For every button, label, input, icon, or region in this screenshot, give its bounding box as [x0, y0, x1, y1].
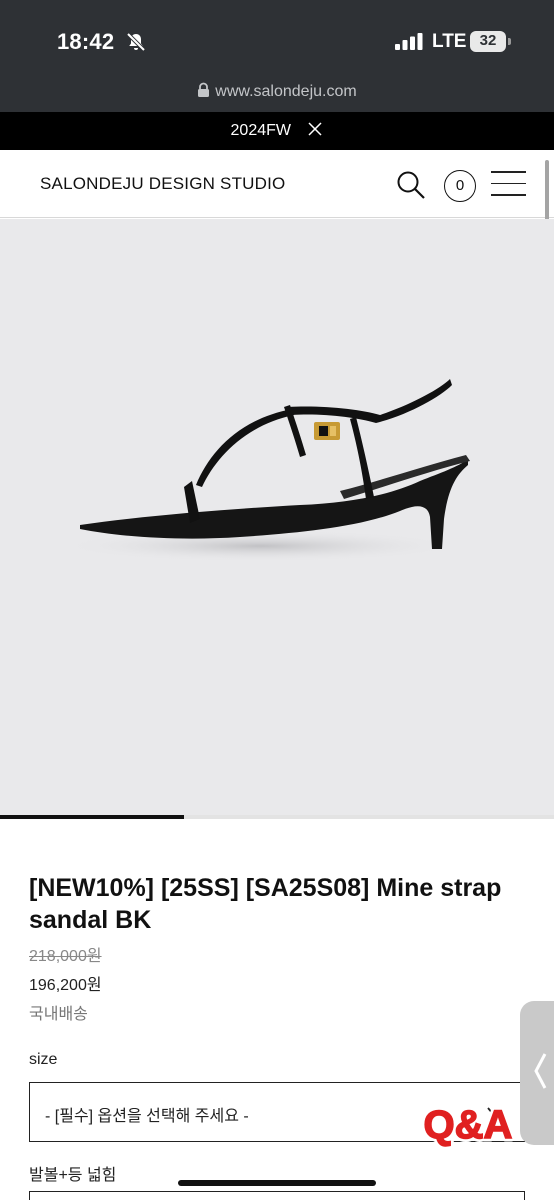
battery-icon: 32: [470, 31, 512, 52]
battery-level: 32: [479, 32, 497, 49]
width-select[interactable]: [29, 1191, 525, 1200]
status-time: 18:42: [57, 29, 115, 54]
gallery-progress-fill: [0, 815, 185, 819]
sandal-image: [60, 379, 470, 562]
original-price: 218,000원: [29, 948, 102, 965]
top-chrome: 18:42 LTE 32 www.salondeju.com: [0, 0, 554, 112]
side-drawer-tab[interactable]: [520, 1001, 554, 1145]
promo-text[interactable]: 2024FW: [231, 112, 291, 150]
hamburger-menu-icon[interactable]: [491, 171, 526, 197]
width-option-label: 발볼+등 넓힘: [29, 1167, 117, 1184]
chevron-left-icon: [534, 1053, 547, 1089]
promo-banner: 2024FW: [0, 112, 554, 150]
url-bar[interactable]: www.salondeju.com: [0, 82, 554, 101]
signal-bars-icon: [395, 33, 423, 50]
lock-icon: [198, 82, 210, 97]
product-image[interactable]: [0, 219, 554, 815]
site-header: SALONDEJU DESIGN STUDIO 0: [0, 150, 554, 218]
carrier-label: LTE: [432, 31, 467, 52]
sale-price: 196,200원: [29, 977, 102, 994]
brand-logo[interactable]: SALONDEJU DESIGN STUDIO: [40, 174, 285, 194]
url-text: www.salondeju.com: [215, 83, 357, 100]
qa-text: Q&A: [424, 1103, 513, 1147]
cart-button[interactable]: 0: [444, 170, 476, 202]
size-label: size: [29, 1051, 58, 1068]
gallery-progress[interactable]: [0, 815, 554, 819]
home-indicator[interactable]: [178, 1180, 376, 1186]
shipping-info: 국내배송: [29, 1006, 88, 1023]
product-title: [NEW10%] [25SS] [SA25S08] Mine strap san…: [29, 874, 502, 934]
size-select-value: - [필수] 옵션을 선택해 주세요 -: [45, 1108, 249, 1125]
search-icon[interactable]: [396, 170, 426, 200]
bell-slash-icon: [126, 32, 146, 52]
qa-button[interactable]: Q&A Q&A: [408, 1101, 528, 1149]
close-icon[interactable]: [307, 121, 323, 137]
